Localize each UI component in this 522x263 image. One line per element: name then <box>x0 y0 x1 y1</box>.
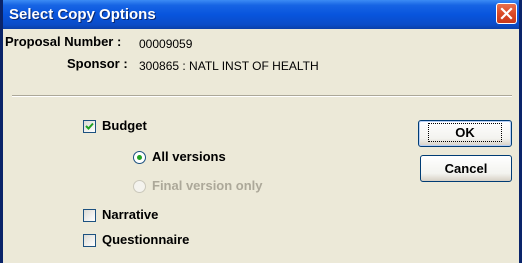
sponsor-value: 300865 : NATL INST OF HEALTH <box>139 59 319 73</box>
sponsor-label: Sponsor : <box>67 56 128 71</box>
narrative-label[interactable]: Narrative <box>102 207 158 222</box>
budget-checkbox[interactable] <box>83 120 96 133</box>
ok-button-label: OK <box>428 123 502 142</box>
final-version-only-label: Final version only <box>152 178 263 193</box>
narrative-checkbox[interactable] <box>83 209 96 222</box>
window-title: Select Copy Options <box>9 6 156 23</box>
budget-label[interactable]: Budget <box>102 118 147 133</box>
final-version-only-radio <box>133 180 146 193</box>
close-button[interactable] <box>496 3 517 24</box>
checkmark-icon <box>85 122 94 130</box>
questionnaire-label[interactable]: Questionnaire <box>102 232 189 247</box>
proposal-number-label: Proposal Number : <box>5 34 122 49</box>
cancel-button[interactable]: Cancel <box>420 155 512 182</box>
all-versions-label[interactable]: All versions <box>152 149 226 164</box>
radio-selected-dot <box>137 155 142 160</box>
questionnaire-checkbox[interactable] <box>83 234 96 247</box>
separator <box>12 95 512 97</box>
select-copy-options-dialog: Select Copy Options Proposal Number : 00… <box>0 0 522 263</box>
all-versions-radio[interactable] <box>133 151 146 164</box>
proposal-number-value: 00009059 <box>139 37 193 51</box>
title-bar[interactable]: Select Copy Options <box>3 0 519 29</box>
ok-button[interactable]: OK <box>418 120 512 147</box>
close-icon <box>500 7 513 20</box>
